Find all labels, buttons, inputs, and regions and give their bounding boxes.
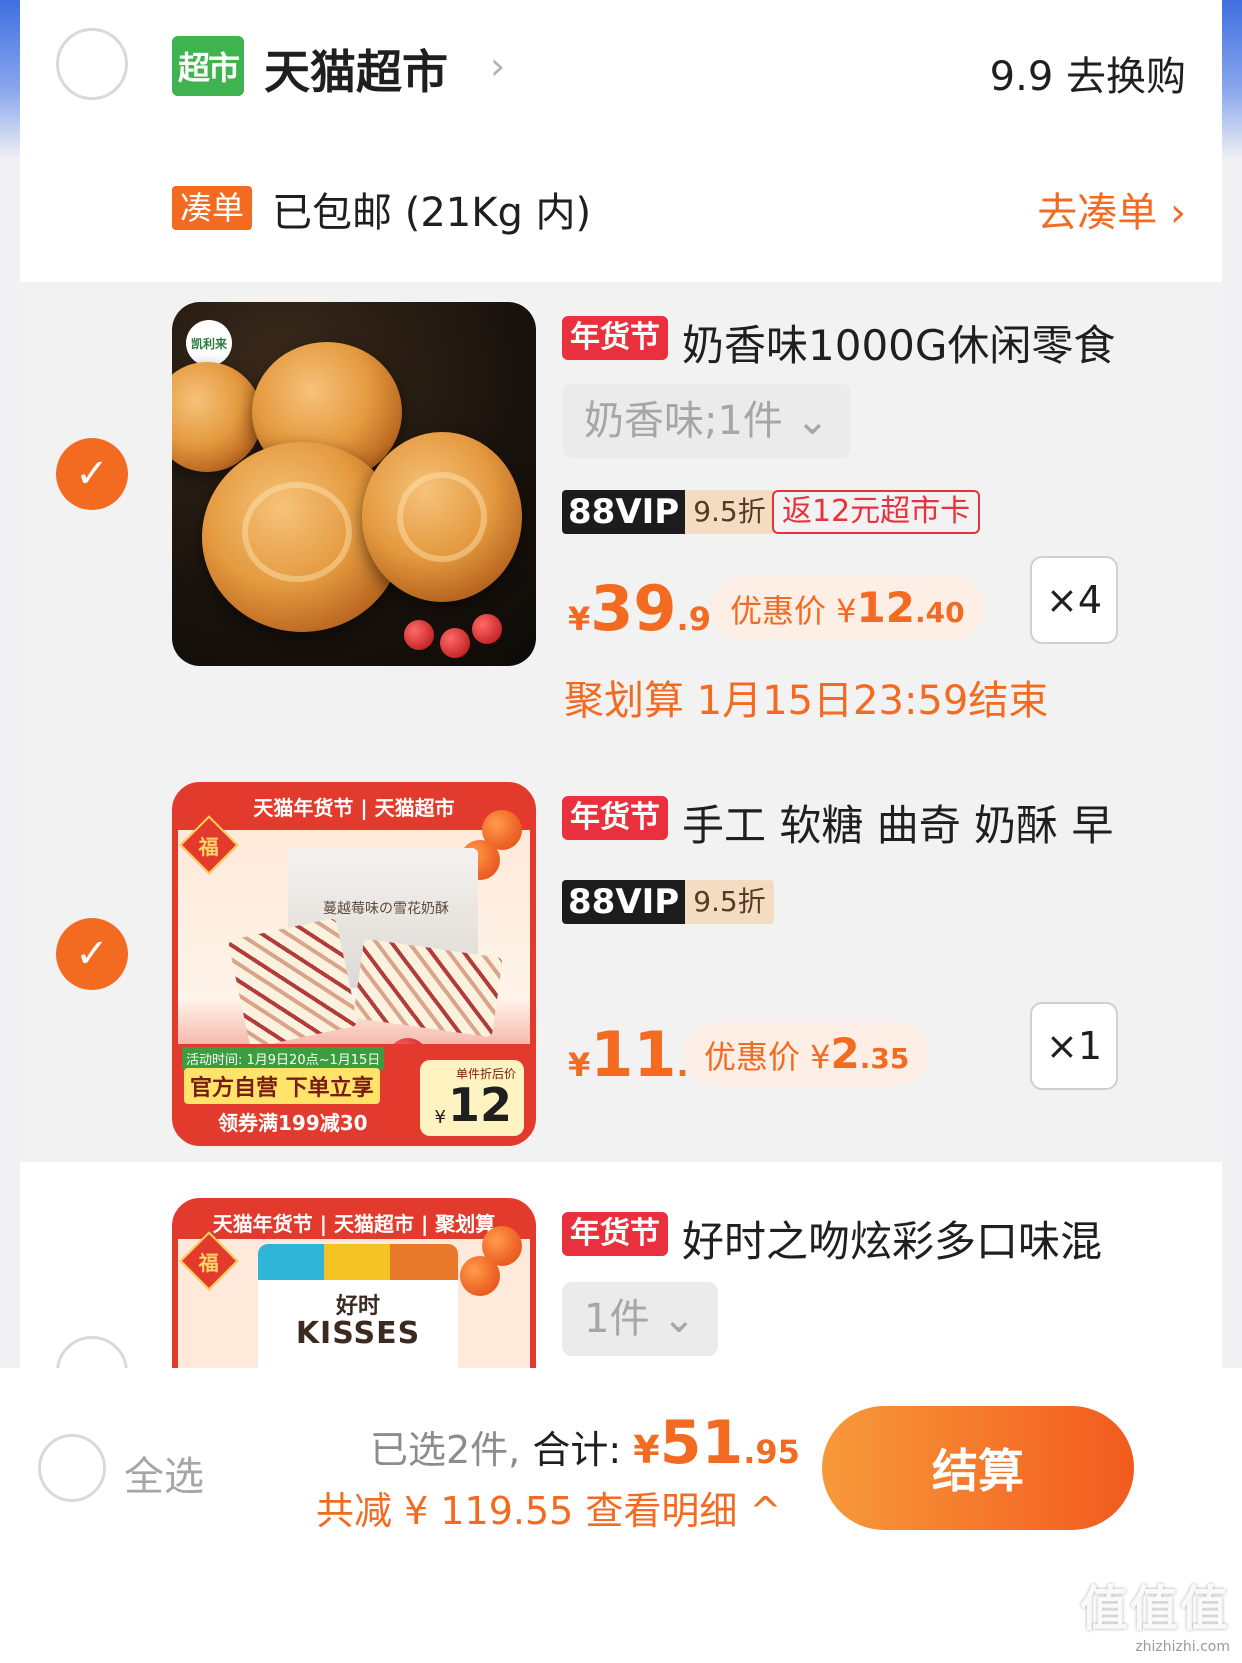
vip-discount: 9.5折 (685, 490, 774, 534)
watermark-logo: 值值值 (1079, 1581, 1230, 1637)
price-yen: ¥ (568, 1046, 591, 1084)
deal-int: 12 (856, 583, 915, 632)
total-label: 合计: (532, 1428, 622, 1472)
product-image[interactable]: 天猫年货节 | 天猫超市 福 蔓越莓味の雪花奶酥 活动时间: 1月9日20点~1… (172, 782, 536, 1146)
fu-icon: 福 (179, 1231, 239, 1291)
promo-coupon: 领券满199减30 (218, 1111, 368, 1135)
price-int: 39 (590, 572, 677, 645)
total-yen: ¥ (633, 1428, 660, 1472)
nianhuojie-tag: 年货节 (562, 796, 668, 840)
product-title[interactable]: 好时之吻炫彩多口味混 (682, 1208, 1152, 1269)
promo-banner-text: 天猫年货节 | 天猫超市 (253, 796, 455, 820)
store-header: 超市 天猫超市 › 9.9 去换购 凑单 已包邮 (21Kg 内) 去凑单 › (20, 0, 1222, 282)
coudan-tag: 凑单 (172, 186, 253, 230)
price-yen: ¥ (568, 600, 591, 638)
select-all-checkbox[interactable] (38, 1434, 106, 1502)
total-amount: ¥51.95 (633, 1408, 800, 1478)
sku-selector[interactable]: 奶香味;1件 ⌄ (562, 384, 852, 458)
discount-price-pill: 优惠价 ¥12.40 (710, 576, 985, 640)
deal-label: 优惠价 ¥ (704, 1038, 831, 1076)
select-all-label[interactable]: 全选 (124, 1444, 204, 1502)
vip-discount-badge: 88VIP 9.5折 (562, 880, 774, 924)
vip-label: 88VIP (562, 880, 686, 924)
vip-discount: 9.5折 (685, 880, 774, 924)
discount-price-pill: 优惠价 ¥2.35 (684, 1022, 930, 1086)
bag-label: 蔓越莓味の雪花奶酥 (323, 901, 449, 917)
quantity-stepper[interactable]: ×4 (1030, 556, 1118, 644)
promo-price-yen: ¥ (434, 1107, 446, 1128)
fu-text: 福 (199, 834, 219, 859)
checkout-bar: 全选 已选2件, 合计: ¥51.95 共减 ¥ 119.55 查看明细 ^ 结… (0, 1368, 1242, 1663)
product-title[interactable]: 奶香味1000G休闲零食 (682, 312, 1152, 373)
item-price: ¥39.9 (568, 572, 711, 645)
kisses-bag: 好时 KISSES (258, 1244, 458, 1384)
supermarket-card-rebate-tag: 返12元超市卡 (772, 490, 981, 534)
fu-text: 福 (199, 1250, 219, 1275)
item-checkbox-checked[interactable]: ✓ (56, 918, 128, 990)
watermark-url: zhizhizhi.com (1135, 1639, 1230, 1655)
kisses-brand-en: KISSES (295, 1316, 421, 1351)
swirl-decoration (242, 482, 352, 582)
brand-badge: 凯利来 (186, 320, 232, 366)
swap-purchase-link[interactable]: 9.9 去换购 (990, 44, 1186, 102)
promo-banner-text: 天猫年货节 | 天猫超市 | 聚划算 (212, 1212, 496, 1236)
watermark: 值值值 zhizhizhi.com (1080, 1569, 1230, 1655)
quantity-stepper[interactable]: ×1 (1030, 1002, 1118, 1090)
shipping-status: 已包邮 (21Kg 内) (272, 190, 592, 236)
nianhuojie-tag: 年货节 (562, 1212, 668, 1256)
price-int: 11 (590, 1018, 677, 1091)
product-image[interactable]: 凯利来 (172, 302, 536, 666)
item-checkbox-checked[interactable]: ✓ (56, 438, 128, 510)
chevron-right-icon[interactable]: › (490, 44, 505, 88)
deal-dec: .40 (915, 596, 965, 629)
nianhuojie-tag: 年货节 (562, 316, 668, 360)
promo-highlight: 官方自营 下单立享 (184, 1068, 380, 1104)
kisses-color-band (258, 1244, 458, 1280)
checkout-button[interactable]: 结算 (822, 1406, 1134, 1530)
product-title[interactable]: 手工 软糖 曲奇 奶酥 早 (682, 792, 1152, 853)
fu-icon: 福 (179, 815, 239, 875)
price-dec: .9 (676, 600, 711, 638)
discount-details-link[interactable]: 共减 ¥ 119.55 查看明细 ^ (316, 1480, 781, 1535)
swirl-decoration (397, 472, 487, 562)
nougat-decoration (353, 938, 503, 1038)
cherry-decoration (404, 620, 434, 650)
cherry-decoration (440, 628, 470, 658)
vip-label: 88VIP (562, 490, 686, 534)
cherry-decoration (472, 614, 502, 644)
promo-date: 活动时间: 1月9日20点~1月15日 (182, 1047, 385, 1070)
total-int: 51 (659, 1408, 744, 1478)
store-name[interactable]: 天猫超市 (264, 36, 448, 102)
selected-count: 已选2件, (370, 1428, 521, 1472)
vip-discount-badge: 88VIP 9.5折 (562, 490, 774, 534)
tmall-supermarket-logo: 超市 (172, 36, 244, 96)
promo-price-value: 12 (447, 1078, 512, 1132)
store-select-checkbox[interactable] (56, 28, 128, 100)
nougat-decoration (227, 917, 359, 1049)
juhuasuan-deadline: 聚划算 1月15日23:59结束 (564, 678, 1049, 724)
deal-label: 优惠价 ¥ (730, 592, 857, 630)
go-coudan-link[interactable]: 去凑单 › (1037, 180, 1186, 238)
lantern-decoration (460, 1256, 500, 1296)
total-dec: .95 (743, 1433, 800, 1471)
deal-int: 2 (830, 1029, 860, 1078)
sku-selector[interactable]: 1件 ⌄ (562, 1282, 718, 1356)
deal-dec: .35 (859, 1042, 910, 1075)
selection-summary: 已选2件, 合计: ¥51.95 (370, 1408, 800, 1478)
